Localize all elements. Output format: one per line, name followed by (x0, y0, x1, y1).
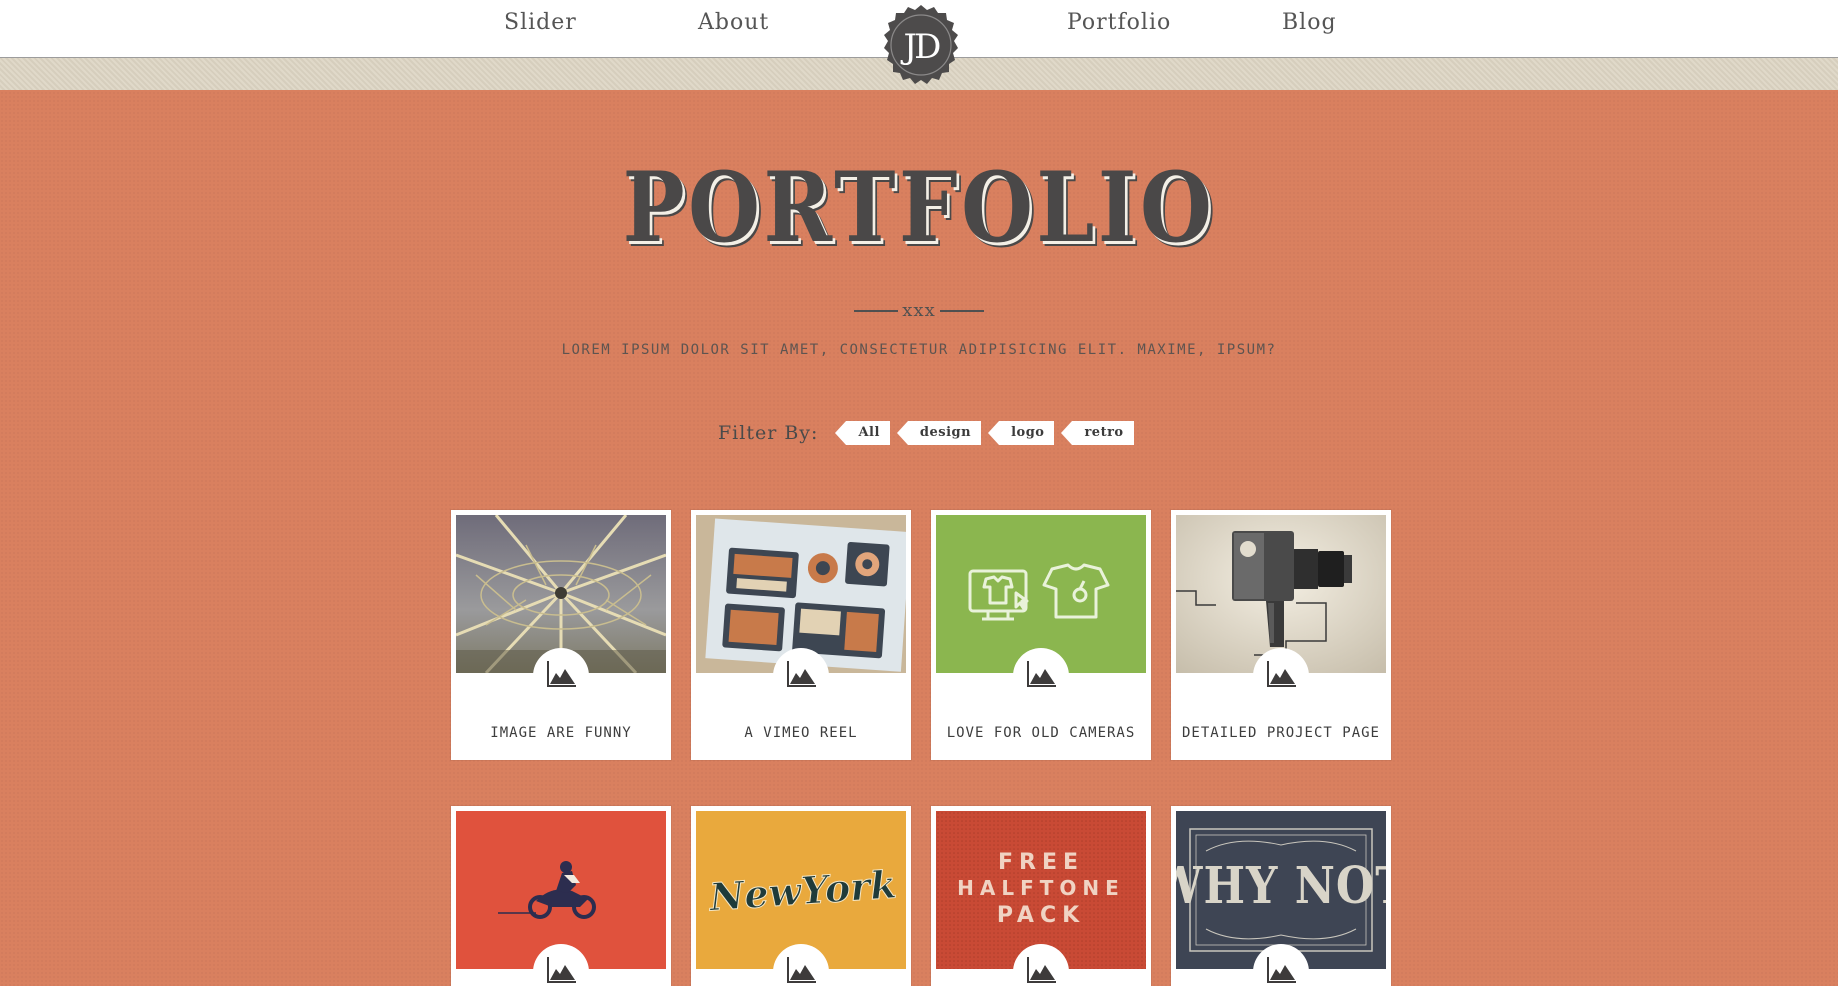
portfolio-item-title: IMAGE ARE FUNNY (490, 725, 632, 741)
mountain-image-icon (787, 661, 816, 687)
image-badge (1013, 648, 1069, 704)
portfolio-item[interactable] (451, 806, 671, 986)
halftone-line-2: HALFTONE (957, 876, 1125, 900)
image-badge (1253, 648, 1309, 704)
nav-link-about[interactable]: About (698, 10, 769, 35)
page-title: PORTFOLIO (622, 151, 1216, 264)
mountain-image-icon (547, 957, 576, 983)
portfolio-item-title: DETAILED PROJECT PAGE (1181, 725, 1380, 741)
nav-link-blog[interactable]: Blog (1282, 10, 1337, 35)
mountain-image-icon (1027, 661, 1056, 687)
portfolio-item[interactable]: FREE HALFTONE PACK (931, 806, 1151, 986)
halftone-line-3: PACK (997, 903, 1085, 928)
divider-line-right (939, 310, 984, 312)
portfolio-item[interactable]: LOVE FOR OLD CAMERAS (931, 510, 1151, 760)
filter-bar: Filter By: All design logo retro (718, 418, 1134, 448)
portfolio-item[interactable]: NewYork (691, 806, 911, 986)
portfolio-item-title: LOVE FOR OLD CAMERAS (946, 725, 1136, 741)
portfolio-item[interactable]: DETAILED PROJECT PAGE (1171, 510, 1391, 760)
mountain-image-icon (787, 957, 816, 983)
portfolio-item-title: A VIMEO REEL (744, 725, 858, 741)
halftone-line-1: FREE (998, 850, 1084, 875)
portfolio-item[interactable]: IMAGE ARE FUNNY (451, 510, 671, 760)
filter-label: Filter By: (718, 422, 819, 444)
title-divider: xxx (0, 300, 1838, 321)
filter-tag-all[interactable]: All (835, 421, 890, 445)
divider-line-left (854, 310, 899, 312)
logo-text: JD (901, 27, 941, 67)
portfolio-item[interactable]: WHY NOT (1171, 806, 1391, 986)
filter-tag-logo[interactable]: logo (988, 421, 1055, 445)
portfolio-item[interactable]: A VIMEO REEL (691, 510, 911, 760)
why-not-lettering: WHY NOT (1176, 856, 1386, 916)
site-logo[interactable]: JD (879, 3, 963, 87)
image-badge (773, 648, 829, 704)
image-badge (533, 648, 589, 704)
divider-text: xxx (902, 300, 936, 321)
portfolio-subtitle: LOREM IPSUM DOLOR SIT AMET, CONSECTETUR … (561, 342, 1277, 358)
mountain-image-icon (547, 661, 576, 687)
mountain-image-icon (1027, 957, 1056, 983)
filter-tag-design[interactable]: design (896, 421, 982, 445)
nav-link-slider[interactable]: Slider (504, 10, 577, 35)
mountain-image-icon (1267, 661, 1296, 687)
mountain-image-icon (1267, 957, 1296, 983)
filter-tag-retro[interactable]: retro (1061, 421, 1134, 445)
nav-link-portfolio[interactable]: Portfolio (1067, 10, 1171, 35)
